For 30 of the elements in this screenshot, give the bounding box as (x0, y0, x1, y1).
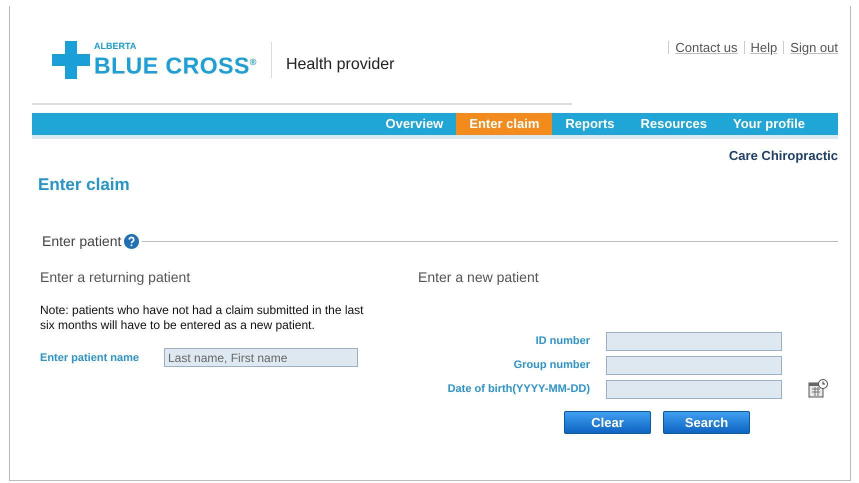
field-label: Date of birth(YYYY-MM-DD) (446, 383, 590, 395)
field-label: Enter patient name (40, 352, 140, 364)
nav-tab[interactable]: Your profile (720, 113, 818, 135)
nav-tab[interactable]: Reports (552, 113, 628, 135)
top-link[interactable]: Sign out (790, 40, 838, 55)
nav-tab[interactable]: Overview (372, 113, 456, 135)
input-field[interactable] (606, 356, 782, 374)
nav-tab[interactable]: Resources (628, 113, 720, 135)
returning-patient-heading: Enter a returning patient (40, 269, 192, 285)
field-label: Group number (512, 359, 590, 371)
input-field[interactable] (606, 380, 782, 398)
cross-icon (52, 40, 90, 78)
section-title: Enter patient (42, 233, 122, 249)
page-title: Enter claim (38, 175, 131, 195)
patient-name-field[interactable]: Last name, First name (164, 348, 358, 367)
top-link[interactable]: Help (750, 40, 778, 55)
new-patient-heading: Enter a new patient (418, 269, 540, 285)
action-button[interactable]: Search (663, 411, 750, 434)
field-label: ID number (534, 335, 590, 347)
input-field[interactable] (606, 332, 782, 350)
help-icon[interactable] (124, 234, 140, 248)
site-title: Health provider (286, 56, 394, 74)
note-text: Note: patients who have not had a claim submitted in the last six months will have to be entered as a new patient. (40, 303, 365, 333)
logo-text: BLUE CROSS$^{®}$ (94, 52, 257, 77)
logo-subtitle: ALBERTA (94, 42, 138, 52)
provider-name: Care Chiropractic (728, 148, 838, 163)
action-button[interactable]: Clear (564, 411, 651, 434)
nav-tab[interactable]: Enter claim (456, 113, 552, 135)
calendar-icon[interactable] (808, 379, 828, 399)
top-link[interactable]: Contact us (675, 40, 738, 55)
